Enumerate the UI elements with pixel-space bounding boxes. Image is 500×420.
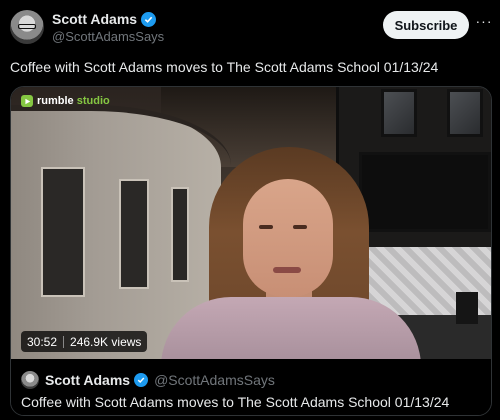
rumble-studio-label: studio <box>76 95 110 107</box>
rumble-studio-logo: rumble studio <box>21 95 110 107</box>
author-name[interactable]: Scott Adams <box>52 11 137 27</box>
video-card[interactable]: rumble studio 30:52 246.9K views Scott A… <box>10 86 492 416</box>
subscribe-button[interactable]: Subscribe <box>383 11 469 39</box>
quote-verified-badge-icon <box>134 373 149 387</box>
quote-text: Coffee with Scott Adams moves to The Sco… <box>21 394 450 410</box>
video-duration: 30:52 <box>27 334 58 349</box>
video-player[interactable]: rumble studio 30:52 246.9K views <box>11 87 491 359</box>
quote-avatar <box>21 371 39 389</box>
rumble-play-icon <box>21 95 33 107</box>
video-views: 246.9K views <box>70 334 142 349</box>
more-icon[interactable]: ··· <box>474 14 494 34</box>
quoted-post[interactable]: Scott Adams @ScottAdamsSays Coffee with … <box>11 359 491 415</box>
person-face <box>243 179 333 297</box>
verified-badge-icon <box>141 11 157 27</box>
quote-handle: @ScottAdamsSays <box>154 372 275 388</box>
author-avatar[interactable] <box>10 10 44 44</box>
post-text: Coffee with Scott Adams moves to The Sco… <box>10 59 439 75</box>
author-name-row: Scott Adams <box>52 11 157 27</box>
rumble-brand: rumble <box>37 95 74 107</box>
quote-author-name: Scott Adams <box>45 372 131 388</box>
video-stats: 30:52 246.9K views <box>21 331 148 352</box>
author-handle[interactable]: @ScottAdamsSays <box>52 29 164 44</box>
